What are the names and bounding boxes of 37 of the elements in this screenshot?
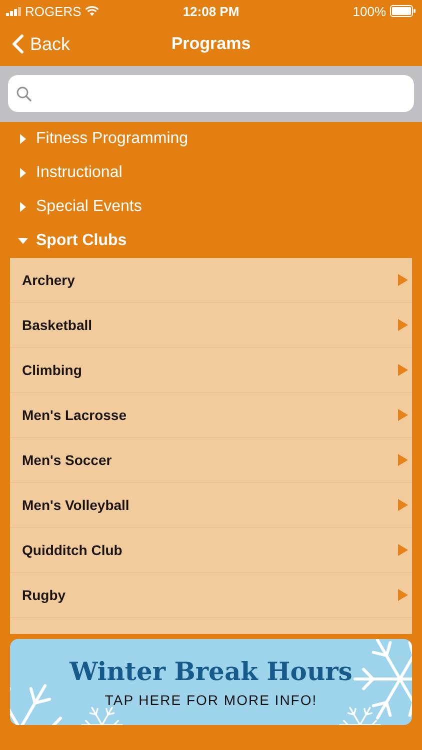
play-arrow-icon (398, 454, 408, 466)
item-label: Archery (22, 272, 75, 288)
list-item[interactable]: Rugby (10, 573, 412, 618)
play-arrow-icon (398, 589, 408, 601)
banner-subtitle: TAP HERE FOR MORE INFO! (104, 692, 318, 708)
wifi-icon (85, 6, 100, 16)
list-item[interactable]: Men's Volleyball (10, 483, 412, 528)
item-label: Men's Lacrosse (22, 407, 126, 423)
play-arrow-icon (398, 544, 408, 556)
item-label: Men's Volleyball (22, 497, 130, 513)
signal-icon (6, 6, 21, 16)
list-item[interactable]: Climbing (10, 348, 412, 393)
banner-title: Winter Break Hours (70, 656, 352, 686)
item-label: Climbing (22, 362, 82, 378)
item-label: Quidditch Club (22, 542, 122, 558)
list-item[interactable]: Basketball (10, 303, 412, 348)
carrier-name: ROGERS (25, 4, 82, 18)
play-arrow-icon (398, 274, 408, 286)
item-label: Men's Soccer (22, 452, 112, 468)
screen-title: Programs (171, 34, 251, 54)
chevron-left-icon (12, 34, 24, 54)
play-arrow-icon (398, 319, 408, 331)
item-label: Basketball (22, 317, 92, 333)
list-item[interactable]: Archery (10, 258, 412, 303)
item-label: Rugby (22, 587, 66, 603)
list-item[interactable]: Men's Soccer (10, 438, 412, 483)
list-item[interactable]: Men's Lacrosse (10, 393, 412, 438)
battery-icon (390, 5, 416, 17)
battery-percent: 100% (352, 4, 386, 18)
list-item[interactable]: Quidditch Club (10, 528, 412, 573)
play-arrow-icon (398, 364, 408, 376)
play-arrow-icon (398, 499, 408, 511)
clock-time: 12:08 PM (182, 4, 240, 18)
search-icon (16, 86, 32, 102)
play-arrow-icon (398, 409, 408, 421)
search-field[interactable] (8, 75, 414, 112)
promo-banner[interactable]: Winter Break Hours TAP HERE FOR MORE INFO! (10, 639, 412, 725)
